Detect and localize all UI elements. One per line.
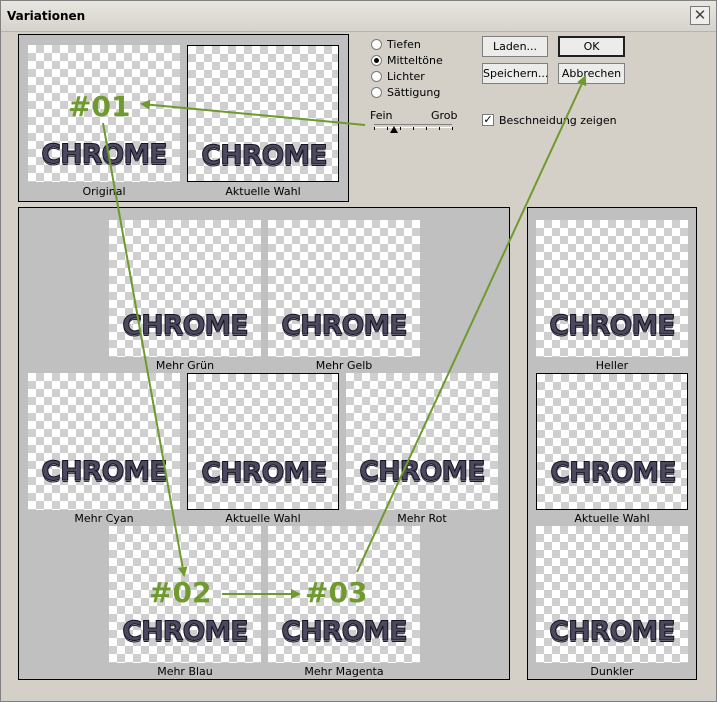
radio-saturation[interactable]	[371, 87, 382, 98]
thumb-more-yellow[interactable]: CHROME	[268, 220, 420, 357]
caption-original: Original	[82, 185, 126, 198]
slider-ticks	[374, 127, 453, 130]
radio-midtones[interactable]	[371, 55, 382, 66]
step-label-02: #02	[149, 576, 212, 609]
step-label-03: #03	[305, 576, 368, 609]
chrome-text: CHROME	[281, 310, 408, 342]
thumb-current-selection: CHROME	[187, 45, 339, 182]
label-highlights: Lichter	[387, 70, 425, 83]
checkmark-icon: ✓	[483, 113, 493, 126]
caption-more-yellow: Mehr Gelb	[315, 359, 373, 372]
chrome-text: CHROME	[281, 616, 408, 648]
thumb-more-red[interactable]: CHROME	[346, 373, 498, 510]
caption-darker: Dunkler	[590, 665, 634, 678]
slider-thumb[interactable]	[389, 126, 398, 133]
thumb-current-selection-brightness[interactable]: CHROME	[536, 373, 688, 510]
chrome-text: CHROME	[41, 139, 168, 171]
thumb-more-green[interactable]: CHROME	[109, 220, 261, 357]
caption-more-red: Mehr Rot	[397, 512, 447, 525]
caption-lighter: Heller	[595, 359, 629, 372]
show-clipping-checkbox[interactable]: ✓	[482, 114, 494, 126]
label-midtones: Mitteltöne	[387, 54, 443, 67]
chrome-text: CHROME	[201, 457, 328, 489]
radio-shadows[interactable]	[371, 39, 382, 50]
caption-current-selection: Aktuelle Wahl	[225, 185, 301, 198]
load-button[interactable]: Laden...	[482, 36, 548, 57]
title-bar: Variationen ✕	[1, 1, 716, 32]
brightness-panel: CHROME Heller CHROME Aktuelle Wahl CHROM…	[527, 207, 697, 680]
chrome-text: CHROME	[359, 456, 486, 488]
label-fine: Fein	[370, 109, 393, 122]
chrome-text: CHROME	[122, 616, 249, 648]
cancel-button[interactable]: Abbrechen	[558, 63, 625, 84]
caption-more-green: Mehr Grün	[155, 359, 215, 372]
caption-current-selection-brightness: Aktuelle Wahl	[574, 512, 650, 525]
step-label-01: #01	[68, 90, 131, 123]
variations-dialog: Variationen ✕ CHROME Original CHROME Akt…	[0, 0, 717, 702]
caption-more-blue: Mehr Blau	[157, 665, 213, 678]
save-button[interactable]: Speichern...	[482, 63, 548, 84]
thumb-lighter[interactable]: CHROME	[536, 220, 688, 357]
chrome-text: CHROME	[550, 457, 677, 489]
chrome-text: CHROME	[201, 140, 328, 172]
caption-more-magenta: Mehr Magenta	[304, 665, 384, 678]
label-saturation: Sättigung	[387, 86, 441, 99]
ok-button[interactable]: OK	[558, 36, 625, 57]
caption-more-cyan: Mehr Cyan	[74, 512, 134, 525]
close-button[interactable]: ✕	[690, 6, 710, 25]
chrome-text: CHROME	[549, 616, 676, 648]
chrome-text: CHROME	[41, 456, 168, 488]
caption-current-selection-center: Aktuelle Wahl	[225, 512, 301, 525]
color-variations-panel: CHROME Mehr Grün CHROME Mehr Gelb CHROME…	[18, 207, 510, 680]
radio-highlights[interactable]	[371, 71, 382, 82]
label-shadows: Tiefen	[387, 38, 421, 51]
chrome-text: CHROME	[549, 310, 676, 342]
label-coarse: Grob	[431, 109, 458, 122]
thumb-more-cyan[interactable]: CHROME	[28, 373, 180, 510]
close-icon: ✕	[693, 6, 707, 24]
thumb-darker[interactable]: CHROME	[536, 526, 688, 663]
window-title: Variationen	[7, 9, 86, 23]
chrome-text: CHROME	[122, 310, 249, 342]
label-show-clipping: Beschneidung zeigen	[499, 114, 617, 127]
thumb-current-selection-center[interactable]: CHROME	[187, 373, 339, 510]
